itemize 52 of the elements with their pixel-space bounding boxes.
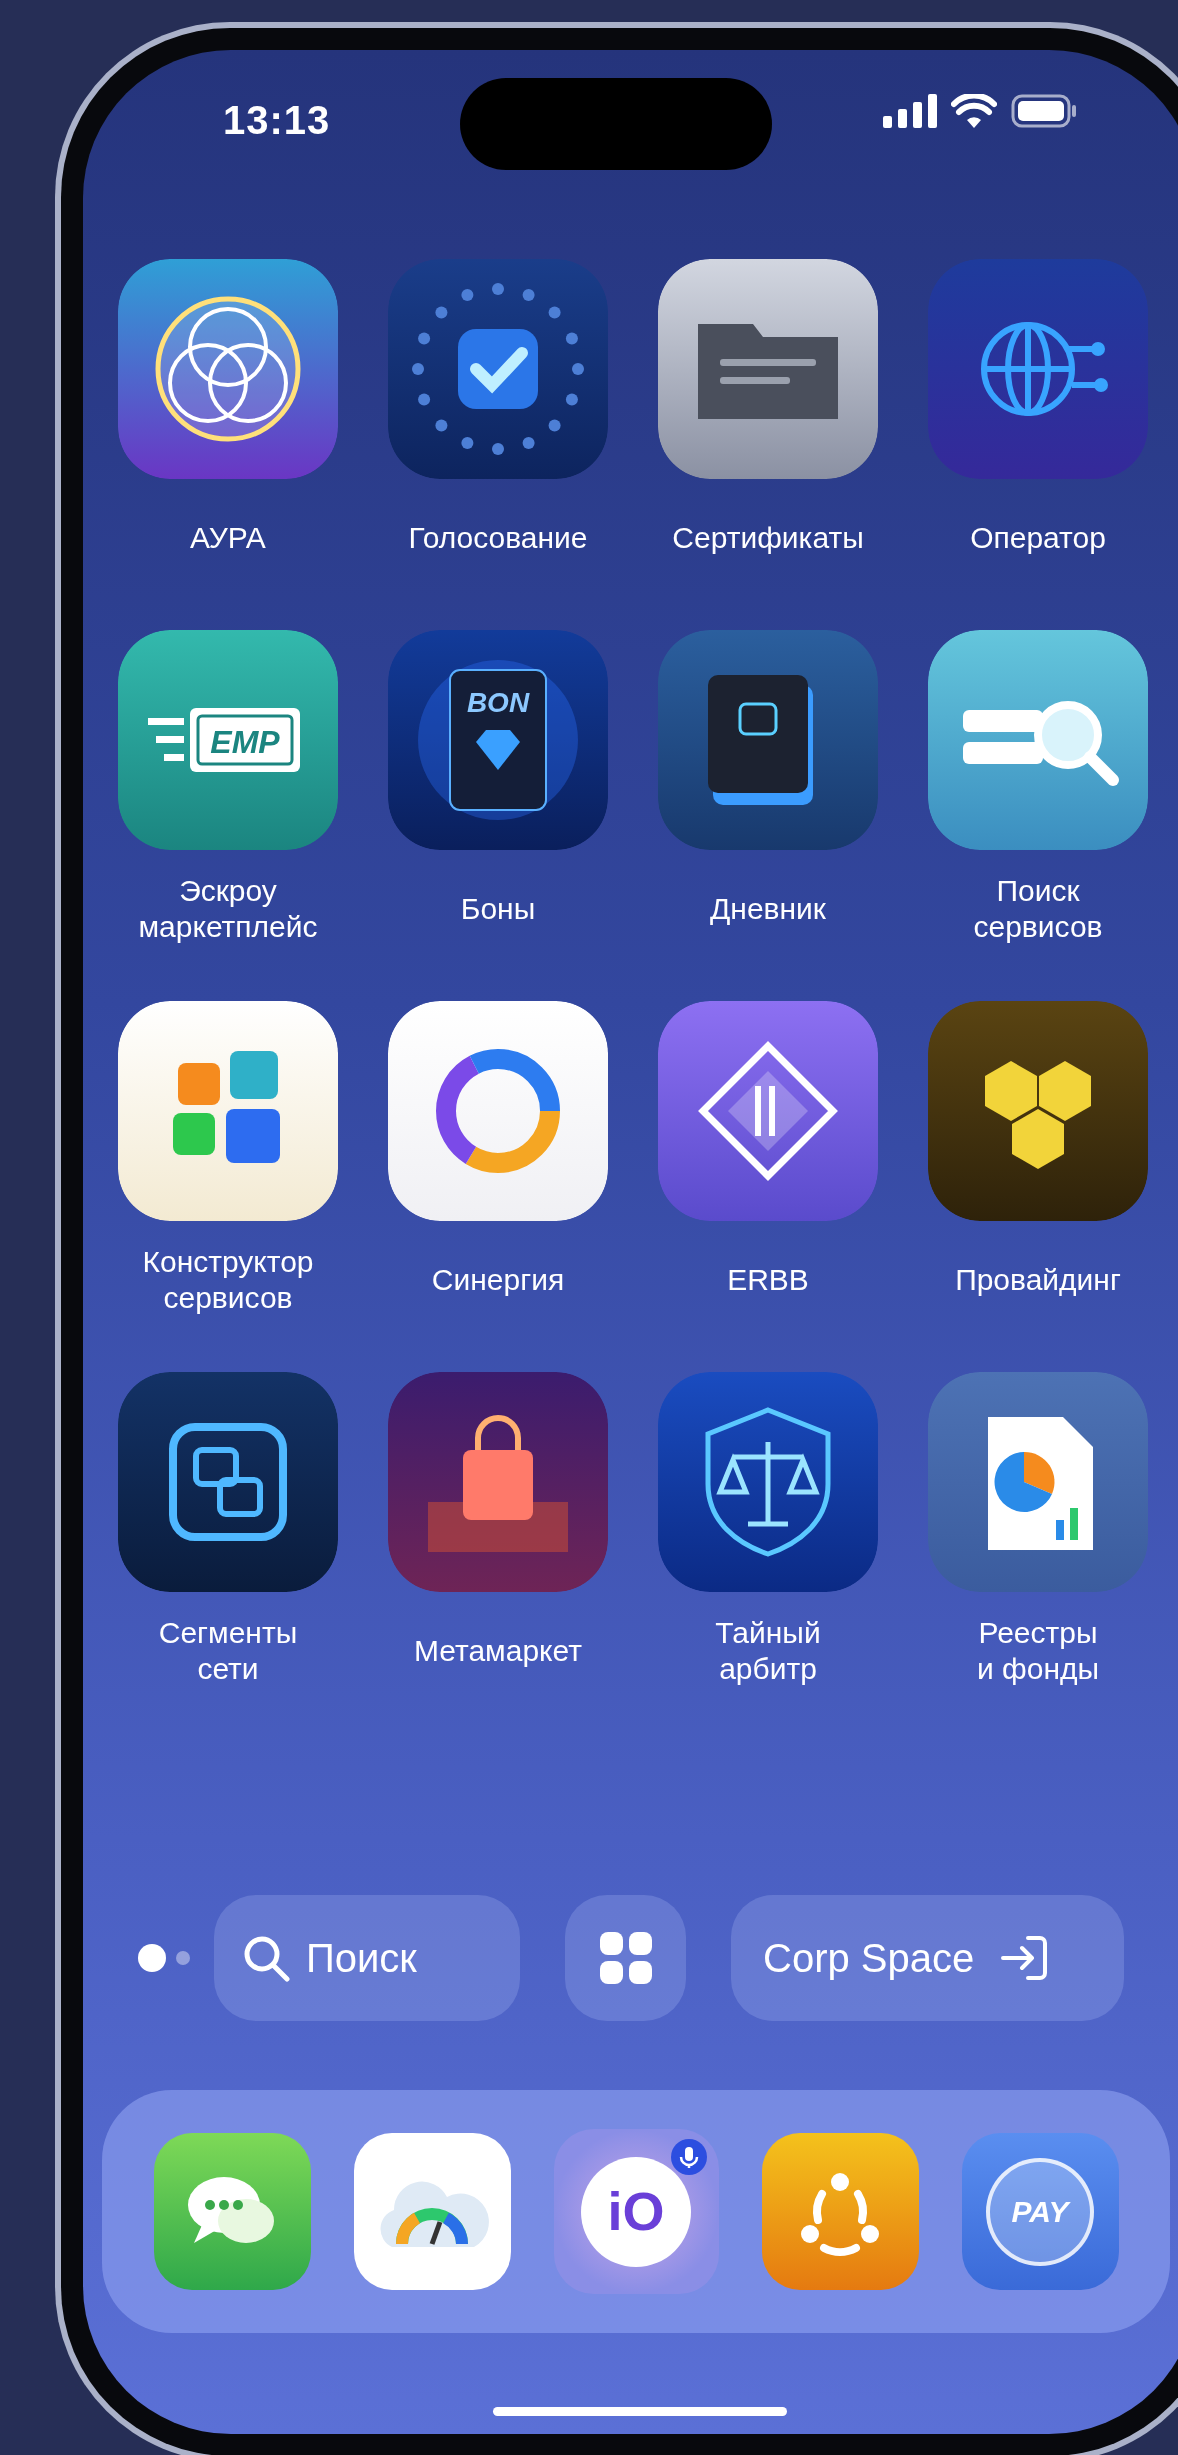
microphone-icon (670, 2139, 707, 2175)
logo-text: BON (466, 687, 530, 718)
chat-app-button[interactable] (153, 2133, 311, 2290)
speed-lines-drawing (148, 718, 184, 761)
app-button[interactable]: BON Боны (368, 630, 628, 956)
app-button[interactable]: Поиск сервисов (908, 630, 1168, 956)
battery-icon (1011, 94, 1077, 128)
app-button[interactable]: Метамаркет (368, 1372, 628, 1698)
magnifier-icon (928, 630, 1148, 850)
sign-in-icon (1000, 1935, 1049, 1981)
search-icon (242, 1934, 290, 1982)
app-button[interactable]: Реестры и фонды (908, 1372, 1168, 1698)
checkmark-icon (388, 259, 608, 479)
page-dot[interactable] (176, 1951, 190, 1965)
corp-space-button[interactable]: Corp Space (731, 1895, 1124, 2021)
wifi-icon (951, 94, 997, 128)
status-time: 13:13 (223, 97, 331, 144)
book-icon (658, 630, 878, 850)
orb-icon (118, 259, 338, 479)
assistant-app-button[interactable]: iO (553, 2129, 719, 2294)
app-button[interactable]: Сертификаты (638, 259, 898, 585)
app-button[interactable]: Сегменты сети (98, 1372, 358, 1698)
logo-text: iO (581, 2156, 691, 2267)
app-button[interactable]: Оператор (908, 259, 1168, 585)
hexagons-icon (928, 1001, 1148, 1221)
app-button[interactable]: Голосование (368, 259, 628, 585)
app-button[interactable]: Синергия (368, 1001, 628, 1327)
squares-icon (118, 1001, 338, 1221)
app-button[interactable]: ERBB (638, 1001, 898, 1327)
grid-icon (599, 1932, 652, 1984)
people-app-button[interactable] (761, 2133, 919, 2290)
folder-icon (658, 259, 878, 479)
globe-icon (928, 259, 1148, 479)
logo-text: PAY (986, 2157, 1094, 2266)
page-dot[interactable] (138, 1944, 166, 1972)
app-button[interactable]: Тайный арбитр (638, 1372, 898, 1698)
logo-text: EMP (210, 724, 280, 760)
app-button[interactable]: Конструктор сервисов (98, 1001, 358, 1327)
chart-document-icon (928, 1372, 1148, 1592)
app-button[interactable]: EMP Эскроу маркетплейс (98, 630, 358, 956)
swirl-icon (388, 1001, 608, 1221)
app-button[interactable]: АУРА (98, 259, 358, 585)
gauge-app-button[interactable] (353, 2133, 511, 2290)
search-button[interactable]: Поиск (214, 1895, 520, 2021)
app-button[interactable]: Дневник (638, 630, 898, 956)
scales-icon (658, 1372, 878, 1592)
signal-icon (883, 94, 937, 128)
shopping-bag-icon (388, 1372, 608, 1592)
app-button[interactable]: Провайдинг (908, 1001, 1168, 1327)
chip-icon (118, 1372, 338, 1592)
gem-icon (476, 730, 520, 770)
apps-grid-button[interactable] (565, 1895, 686, 2021)
